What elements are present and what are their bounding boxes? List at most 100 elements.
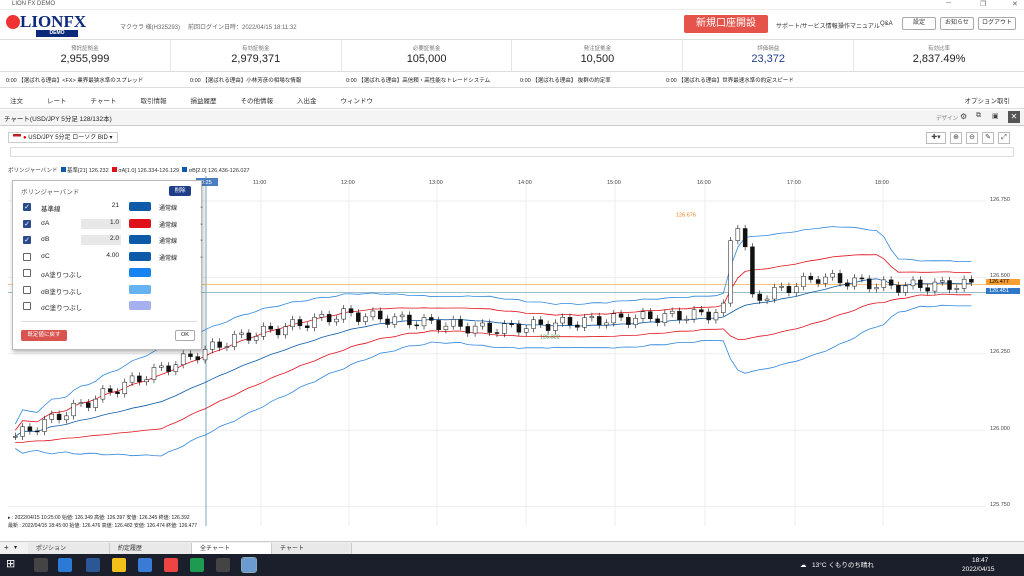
ticker-item[interactable]: 0:00 【選ばれる理由】高信頼・高性能なトレードシステム	[346, 76, 514, 84]
ticker-item[interactable]: 0:00 【選ばれる理由】 抜群の約定率	[520, 76, 660, 84]
bb-checkbox[interactable]	[23, 252, 31, 261]
summary-value: 2,837.49%	[912, 53, 966, 65]
taskview-icon[interactable]	[34, 558, 48, 572]
zoom-out-icon[interactable]: ⊖	[966, 132, 978, 144]
candle-body	[589, 316, 595, 318]
bb-checkbox[interactable]	[23, 269, 31, 277]
bb-line-style[interactable]: 通常線	[159, 203, 177, 212]
candle-body	[764, 298, 770, 301]
weather-text[interactable]: 13°C くもりのち晴れ	[812, 562, 874, 569]
bb-color-swatch[interactable]	[129, 301, 151, 310]
candle-body	[815, 279, 821, 284]
chevron-down-icon[interactable]: ⌄	[199, 220, 204, 227]
word-icon[interactable]	[86, 558, 100, 572]
popout-icon[interactable]: ⧉	[976, 112, 981, 120]
delete-button[interactable]: 削除	[169, 186, 191, 196]
candle-body	[947, 280, 952, 290]
qa-link[interactable]: Q&A	[880, 21, 893, 27]
menu-order[interactable]: 注文	[10, 95, 23, 105]
y-tick: 125.750	[990, 502, 1010, 508]
candle-body	[283, 326, 288, 336]
candle-body	[852, 277, 857, 287]
minimize-icon[interactable]: ─	[946, 0, 951, 7]
logout-button[interactable]: ログアウト	[978, 17, 1016, 30]
y-tick: 126.000	[990, 426, 1010, 432]
bb-line-style[interactable]: 通常線	[159, 236, 177, 245]
clock-date[interactable]: 2022/04/15	[962, 566, 995, 573]
chevron-down-icon[interactable]: ▾	[14, 544, 17, 551]
bb-checkbox[interactable]	[23, 285, 31, 294]
chrome-icon[interactable]	[164, 558, 178, 572]
menu-pnl-history[interactable]: 損益履歴	[190, 95, 216, 105]
manual-link[interactable]: 操作マニュアル	[838, 21, 880, 30]
window-titlebar: LION FX DEMO ─ ❐ ✕	[0, 0, 1024, 10]
legend-mid: 基準[21] 126.232	[67, 168, 109, 174]
settings-button[interactable]: 設定	[902, 17, 936, 30]
candle-body	[713, 312, 719, 321]
explorer-icon[interactable]	[112, 558, 126, 572]
ticker-item[interactable]: 0:00 【選ばれる理由】世界最速水準の約定スピード	[666, 76, 866, 84]
ticker-item[interactable]: 0:00 【選ばれる理由】<FX> 業界最狭水準のスプレッド	[6, 76, 184, 84]
chevron-down-icon[interactable]: ⌄	[199, 203, 204, 210]
close-panel-icon[interactable]: ✕	[1008, 111, 1020, 123]
reset-default-button[interactable]: 既定値に戻す	[21, 330, 67, 341]
support-link[interactable]: サポート/サービス情報	[776, 21, 838, 30]
expand-icon[interactable]: ⤢	[998, 132, 1010, 144]
crosshair-tool[interactable]: ✚▾	[926, 132, 946, 144]
symbol-select[interactable]: ● USD/JPY 5分足 ローソク BID ▾	[8, 132, 118, 143]
maximize-icon[interactable]: ❐	[980, 0, 986, 8]
menu-deposit[interactable]: 入出金	[297, 95, 317, 105]
excel-icon[interactable]	[190, 558, 204, 572]
candle-body	[866, 278, 872, 290]
overview-strip[interactable]	[10, 147, 1014, 157]
news-button[interactable]: お知らせ	[940, 17, 974, 30]
bb-value-input[interactable]: 21	[81, 202, 121, 212]
bb-color-swatch[interactable]	[129, 202, 151, 211]
app-icon[interactable]	[216, 558, 230, 572]
bb-color-swatch[interactable]	[129, 218, 151, 228]
menu-trade-info[interactable]: 取引情報	[140, 95, 166, 105]
edge-icon[interactable]	[58, 558, 72, 572]
ok-button[interactable]: OK	[175, 330, 195, 341]
bb-color-swatch[interactable]	[129, 268, 151, 277]
bb-color-swatch[interactable]	[129, 235, 151, 244]
candle-body	[34, 430, 40, 433]
menu-options[interactable]: オプション取引	[965, 95, 1011, 105]
zoom-in-icon[interactable]: ⊕	[950, 132, 962, 144]
candle-body	[421, 317, 427, 327]
maximize-panel-icon[interactable]: ▣	[992, 112, 999, 120]
app-icon[interactable]	[138, 558, 152, 572]
bb-line-style[interactable]: 通常線	[159, 220, 177, 229]
candle-body	[706, 311, 711, 321]
add-tab-icon[interactable]: +	[4, 543, 9, 552]
open-account-button[interactable]: 新規口座開設	[684, 15, 768, 33]
lionfx-app-icon[interactable]	[241, 557, 257, 573]
bb-value-input[interactable]: 1.0	[81, 218, 121, 229]
bb-line-style[interactable]: 通常線	[159, 253, 177, 262]
close-window-icon[interactable]: ✕	[1012, 0, 1018, 8]
summary-label: 発注証拠金	[583, 46, 612, 52]
bb-color-swatch[interactable]	[129, 284, 151, 294]
pencil-icon[interactable]: ✎	[982, 132, 994, 144]
chevron-down-icon[interactable]: ⌄	[199, 236, 204, 243]
chevron-down-icon[interactable]: ⌄	[199, 253, 204, 260]
gear-icon[interactable]: ⚙	[960, 112, 967, 121]
windows-start-icon[interactable]: ⊞	[6, 557, 15, 570]
bb-checkbox[interactable]: ✓	[23, 203, 31, 211]
bb-checkbox[interactable]: ✓	[23, 219, 31, 228]
bb-color-swatch[interactable]	[129, 251, 151, 261]
ticker-item[interactable]: 0:00 【選ばれる理由】小林芳彦の相場な情報	[190, 76, 340, 84]
bb-checkbox[interactable]: ✓	[23, 236, 31, 244]
bb-value-input[interactable]: 2.0	[81, 235, 121, 245]
candle-body	[874, 287, 879, 290]
bb-value-input[interactable]: 4.00	[81, 252, 121, 262]
menu-chart[interactable]: チャート	[91, 95, 117, 105]
summary-order-margin: 発注証拠金 10,500	[512, 40, 684, 71]
candle-body	[531, 319, 536, 329]
menu-other-info[interactable]: その他情報	[240, 95, 273, 105]
bb-checkbox[interactable]	[23, 302, 31, 310]
menu-window[interactable]: ウィンドウ	[340, 95, 373, 105]
clock-time[interactable]: 18:47	[972, 557, 988, 564]
menu-rate[interactable]: レート	[47, 95, 67, 105]
candle-body	[13, 436, 18, 438]
